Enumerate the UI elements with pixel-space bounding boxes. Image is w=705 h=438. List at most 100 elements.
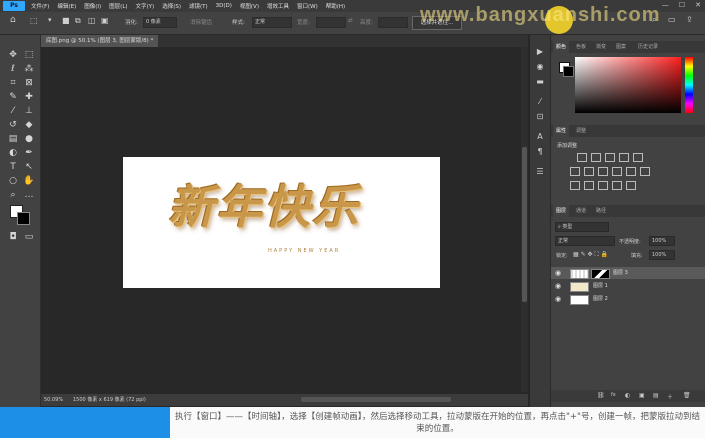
hue-slider[interactable] — [685, 57, 693, 113]
layer-name[interactable]: 图层 2 — [593, 295, 608, 302]
tab-history[interactable]: 历史记录 — [635, 41, 661, 53]
maximize-button[interactable]: ☐ — [679, 1, 685, 9]
color-balance-icon[interactable] — [584, 167, 594, 176]
blend-mode-select[interactable]: 正常 — [555, 236, 615, 246]
eyedropper-icon[interactable]: ✎ — [6, 91, 20, 103]
layer-kind-filter[interactable]: ⌕ 类型 — [555, 222, 609, 232]
threshold-icon[interactable] — [598, 181, 608, 190]
black-white-icon[interactable] — [598, 167, 608, 176]
add-mask-icon[interactable]: ▣ — [639, 392, 645, 399]
style-select[interactable]: 正常 — [252, 17, 292, 28]
menu-edit[interactable]: 编辑(E) — [57, 2, 76, 10]
subtract-selection-icon[interactable]: ◫ — [88, 16, 96, 25]
background-color-swatch[interactable] — [17, 212, 30, 225]
magic-wand-icon[interactable]: ⁂ — [22, 63, 36, 75]
lock-icons[interactable]: ▦ ✎ ✥ ⛶ 🔒 — [573, 251, 608, 259]
adjustments-icon[interactable]: ◉ — [534, 62, 546, 72]
menu-layer[interactable]: 图层(L) — [109, 2, 127, 10]
group-icon[interactable]: ▤ — [653, 392, 659, 399]
invert-icon[interactable] — [570, 181, 580, 190]
menu-select[interactable]: 选择(S) — [162, 2, 181, 10]
minimize-button[interactable]: — — [662, 1, 669, 9]
menu-image[interactable]: 图像(I) — [84, 2, 101, 10]
gradient-tool-icon[interactable]: ▤ — [6, 133, 20, 145]
marquee-tool-icon[interactable]: ⬚ — [30, 16, 38, 25]
fill-input[interactable]: 100% — [649, 250, 675, 260]
menu-3d[interactable]: 3D(D) — [216, 3, 232, 9]
crop-tool-icon[interactable]: ⌗ — [6, 77, 20, 89]
tab-paths[interactable]: 路径 — [593, 205, 609, 217]
scroll-thumb[interactable] — [522, 147, 527, 302]
shape-tool-icon[interactable]: ○ — [6, 175, 20, 187]
selective-color-icon[interactable] — [612, 181, 622, 190]
type-tool-icon[interactable]: T — [6, 161, 20, 173]
zoom-level[interactable]: 50.09% — [44, 394, 63, 406]
photo-filter-icon[interactable] — [612, 167, 622, 176]
zoom-tool-icon[interactable]: ⌕ — [6, 189, 20, 201]
stamp-tool-icon[interactable]: ⊥ — [22, 105, 36, 117]
fx-icon[interactable]: fx — [611, 392, 616, 398]
curves-icon[interactable] — [605, 153, 615, 162]
layer-name[interactable]: 图层 3 — [613, 269, 628, 276]
new-selection-icon[interactable]: ■ — [62, 16, 70, 25]
adjustment-layer-icon[interactable]: ◐ — [625, 392, 630, 399]
tab-properties[interactable]: 属性 — [553, 125, 570, 137]
move-tool-icon[interactable]: ✥ — [6, 49, 20, 61]
link-layers-icon[interactable]: ⛓ — [597, 392, 605, 399]
levels-icon[interactable] — [591, 153, 601, 162]
close-button[interactable]: ✕ — [695, 1, 701, 9]
tab-color[interactable]: 颜色 — [553, 41, 570, 53]
color-lookup-icon[interactable] — [640, 167, 650, 176]
intersect-selection-icon[interactable]: ▣ — [101, 16, 109, 25]
exposure-icon[interactable] — [619, 153, 629, 162]
dodge-tool-icon[interactable]: ◐ — [6, 147, 20, 159]
document-tab[interactable]: 底图.png @ 50.1% (图层 3, 图层蒙版/8) * — [41, 35, 159, 47]
add-selection-icon[interactable]: ⧉ — [75, 16, 81, 26]
color-picker-field[interactable] — [575, 57, 681, 113]
brush-settings-icon[interactable]: ⁄ — [534, 97, 546, 107]
layer-name[interactable]: 图层 1 — [593, 282, 608, 289]
menu-plugins[interactable]: 增效工具 — [267, 2, 289, 10]
tab-channels[interactable]: 通道 — [573, 205, 589, 217]
opacity-input[interactable]: 100% — [649, 236, 675, 246]
trash-icon[interactable]: 🗑 — [683, 392, 691, 399]
vertical-scrollbar[interactable] — [521, 47, 528, 392]
new-layer-icon[interactable]: ＋ — [667, 392, 673, 401]
more-tools-icon[interactable]: … — [22, 189, 36, 201]
screen-mode-icon[interactable]: ▭ — [22, 231, 36, 243]
history-brush-icon[interactable]: ↺ — [6, 119, 20, 131]
tab-patterns[interactable]: 图案 — [613, 41, 629, 53]
comment-icon[interactable]: ▬ — [534, 77, 546, 87]
brush-tool-icon[interactable]: ⁄ — [6, 105, 20, 117]
healing-brush-icon[interactable]: ✚ — [22, 91, 36, 103]
tab-adjustments[interactable]: 调整 — [573, 125, 589, 137]
gradient-map-icon[interactable] — [626, 181, 636, 190]
menu-window[interactable]: 窗口(W) — [297, 2, 318, 10]
tab-gradients[interactable]: 渐变 — [593, 41, 609, 53]
properties-icon[interactable]: ☰ — [534, 167, 546, 177]
brightness-icon[interactable] — [577, 153, 587, 162]
feather-input[interactable]: 0 像素 — [143, 17, 177, 28]
menu-help[interactable]: 帮助(H) — [326, 2, 345, 10]
menu-view[interactable]: 视图(V) — [240, 2, 259, 10]
visibility-eye-icon[interactable]: ◉ — [555, 295, 561, 303]
blur-tool-icon[interactable]: ● — [22, 133, 36, 145]
height-input[interactable] — [378, 17, 408, 28]
hue-saturation-icon[interactable] — [570, 167, 580, 176]
marquee-tool-icon[interactable]: ⬚ — [22, 49, 36, 61]
chevron-down-icon[interactable]: ▾ — [48, 16, 52, 24]
background-color-swatch[interactable] — [563, 66, 574, 77]
width-input[interactable] — [316, 17, 346, 28]
layer-mask-thumbnail[interactable] — [591, 269, 610, 279]
horizontal-scrollbar[interactable] — [301, 397, 451, 402]
channel-mixer-icon[interactable] — [626, 167, 636, 176]
menu-file[interactable]: 文件(F) — [31, 2, 49, 10]
menu-type[interactable]: 文字(Y) — [136, 2, 155, 10]
menu-filter[interactable]: 滤镜(T) — [189, 2, 208, 10]
lasso-tool-icon[interactable]: ℓ — [6, 63, 20, 75]
layer-row[interactable]: ◉ 图层 1 — [551, 280, 705, 292]
path-select-icon[interactable]: ↖ — [22, 161, 36, 173]
workspace-icon[interactable]: ▭ — [668, 15, 676, 24]
quick-mask-icon[interactable]: ◘ — [6, 231, 20, 243]
layer-row[interactable]: ◉ 图层 3 — [551, 267, 705, 279]
